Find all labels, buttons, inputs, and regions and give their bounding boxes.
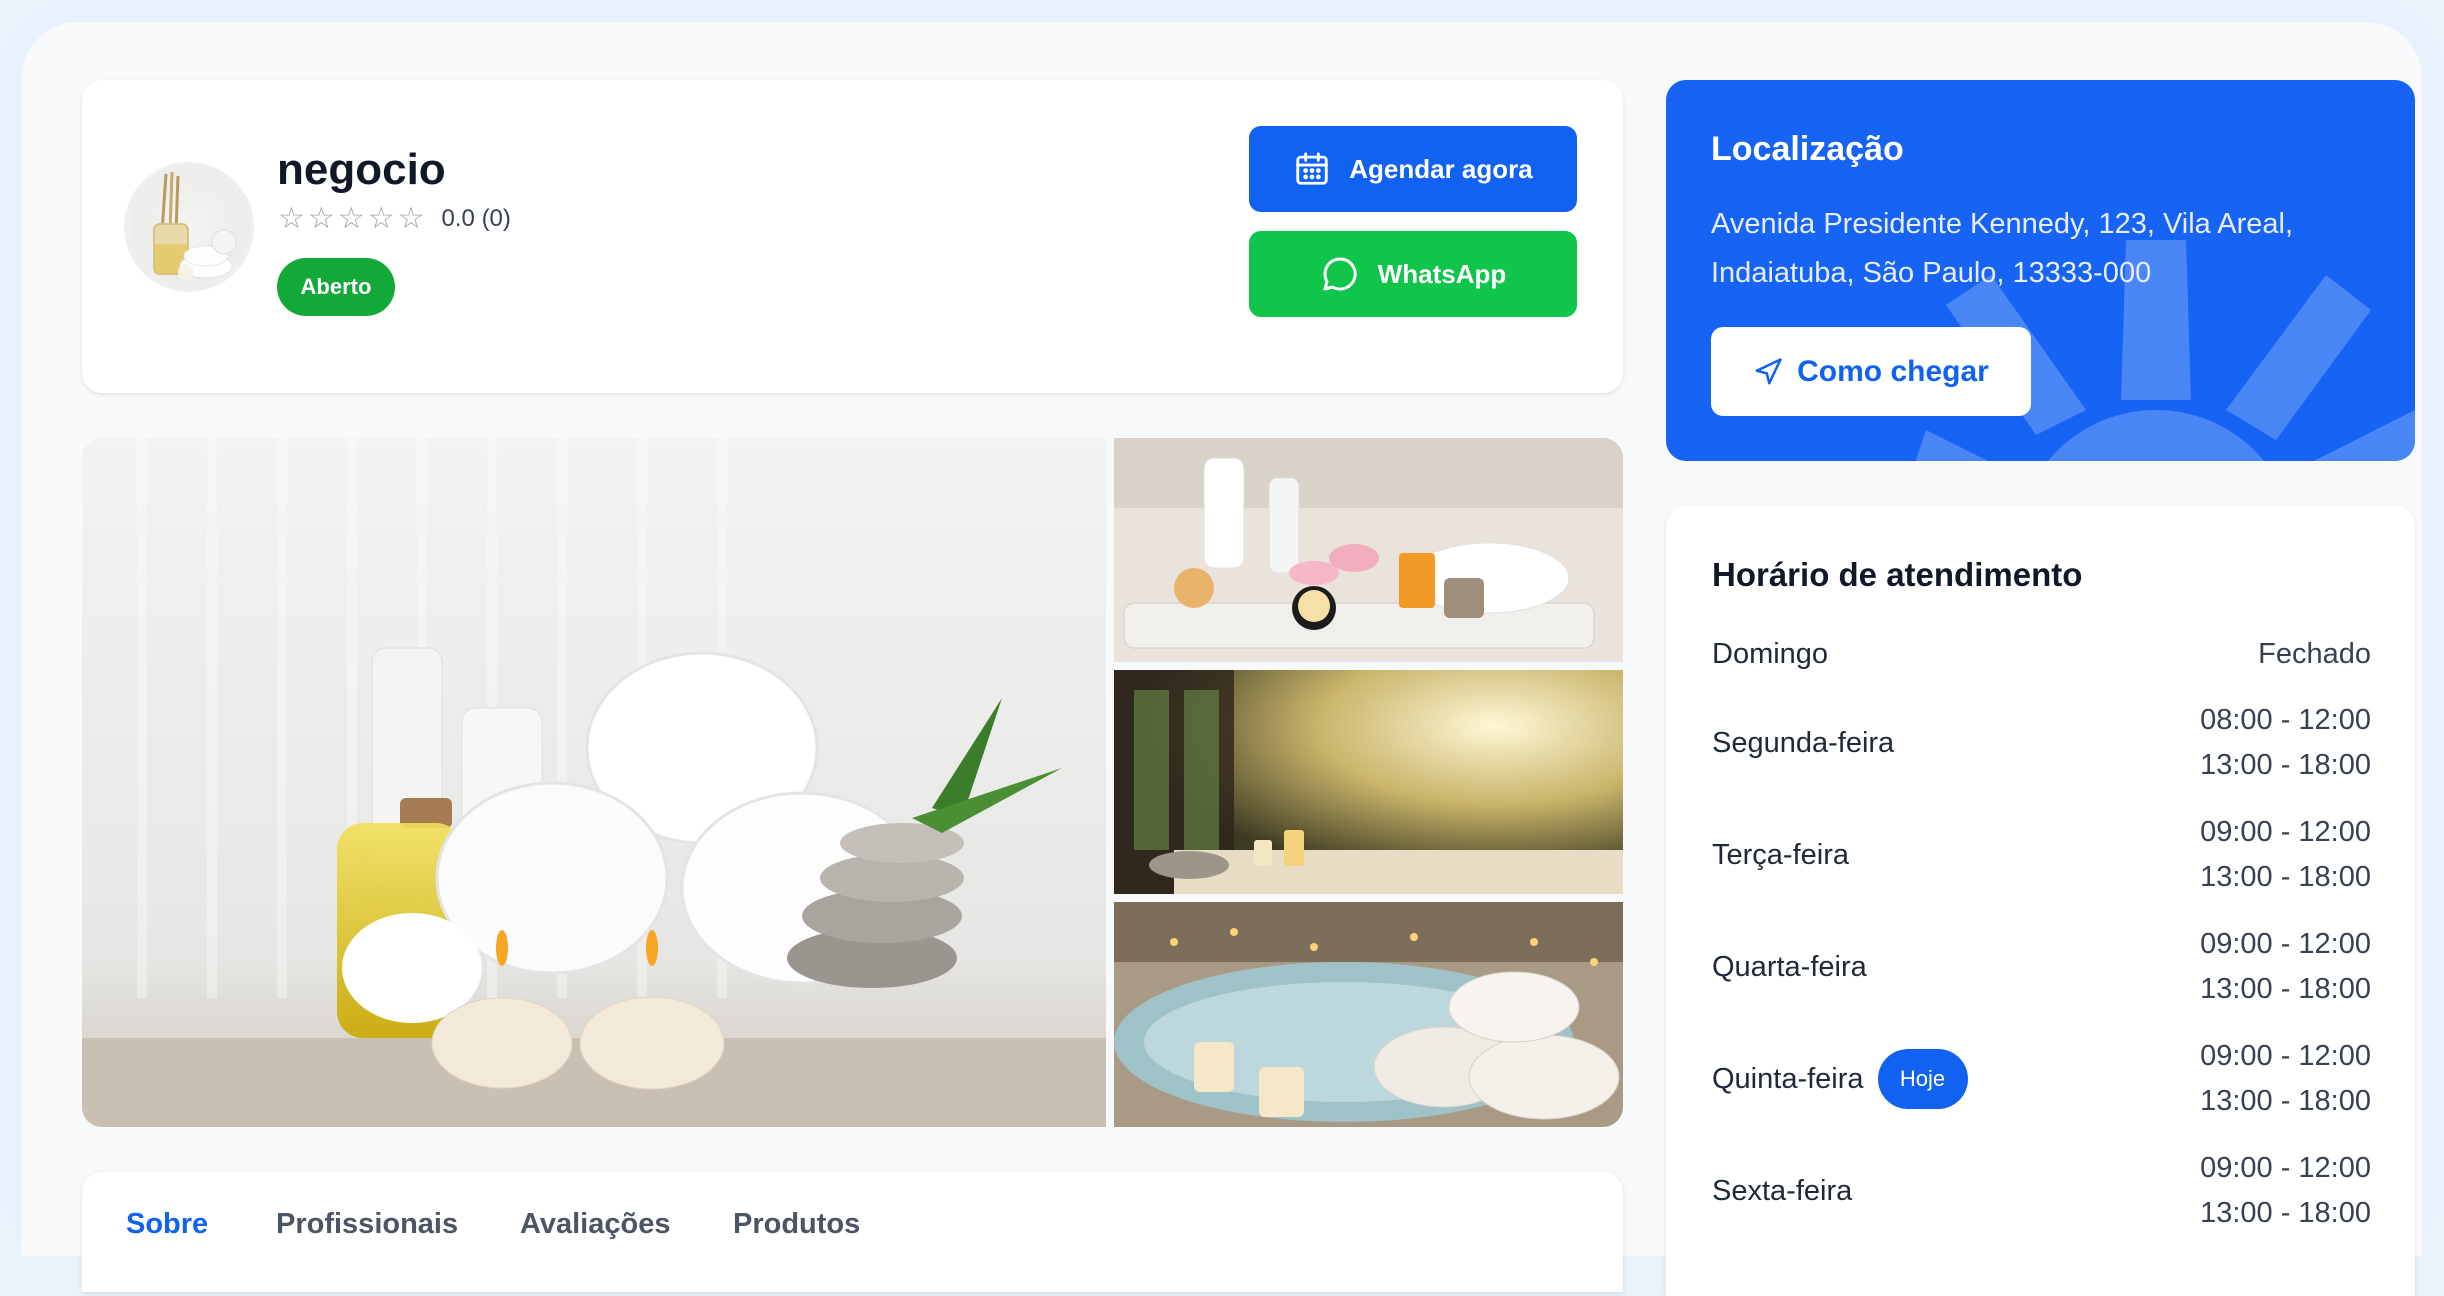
whatsapp-button[interactable]: WhatsApp — [1249, 231, 1577, 317]
hours-row-domingo: Domingo Fechado — [1712, 632, 2371, 676]
opening-hours-card: Horário de atendimento Domingo Fechado S… — [1666, 506, 2415, 1296]
tab-avaliacoes[interactable]: Avaliações — [520, 1208, 670, 1241]
business-header-card: negocio ☆ ☆ ☆ ☆ ☆ 0.0 (0) Aberto Agendar… — [82, 80, 1623, 393]
hours-slot: 13:00 - 18:00 — [2200, 861, 2371, 893]
gallery-photo[interactable] — [1114, 902, 1623, 1127]
hours-value: 09:00 - 12:00 13:00 - 18:00 — [2200, 810, 2371, 900]
hours-slot: 09:00 - 12:00 — [2200, 928, 2371, 960]
hours-slot: 08:00 - 12:00 — [2200, 704, 2371, 736]
star-icon: ☆ — [397, 202, 425, 235]
navigation-arrow-icon — [1755, 357, 1782, 384]
today-badge: Hoje — [1877, 1049, 1968, 1109]
gallery-photo[interactable] — [1114, 670, 1623, 894]
day-label: Domingo — [1712, 637, 1829, 670]
star-icon: ☆ — [337, 202, 365, 235]
hours-row-terca: Terça-feira 09:00 - 12:00 13:00 - 18:00 — [1712, 810, 2371, 900]
day-label-with-badge: Quinta-feira Hoje — [1712, 1049, 1968, 1109]
photo-gallery — [82, 438, 1623, 1127]
day-label: Segunda-feira — [1712, 726, 1895, 759]
rating-text: 0.0 (0) — [441, 205, 511, 232]
day-label: Quinta-feira — [1712, 1062, 1864, 1095]
star-icon: ☆ — [307, 202, 335, 235]
hours-value: 09:00 - 12:00 13:00 - 18:00 — [2200, 1146, 2371, 1236]
book-now-button[interactable]: Agendar agora — [1249, 126, 1577, 212]
gallery-main-photo[interactable] — [82, 438, 1106, 1127]
tab-profissionais[interactable]: Profissionais — [276, 1208, 458, 1241]
rating: ☆ ☆ ☆ ☆ ☆ 0.0 (0) — [278, 204, 511, 234]
hours-slot: 13:00 - 18:00 — [2200, 749, 2371, 781]
get-directions-label: Como chegar — [1797, 354, 1989, 388]
business-name: negocio — [277, 145, 446, 194]
book-now-label: Agendar agora — [1349, 153, 1533, 184]
hours-value: 09:00 - 12:00 13:00 - 18:00 — [2200, 1034, 2371, 1124]
whatsapp-icon — [1323, 257, 1357, 291]
hours-row-segunda: Segunda-feira 08:00 - 12:00 13:00 - 18:0… — [1712, 698, 2371, 788]
hours-value: 09:00 - 12:00 13:00 - 18:00 — [2200, 922, 2371, 1012]
star-icon: ☆ — [278, 202, 305, 235]
hours-slot: 13:00 - 18:00 — [2200, 1197, 2371, 1229]
hours-slot: 13:00 - 18:00 — [2200, 973, 2371, 1005]
hours-row-sexta: Sexta-feira 09:00 - 12:00 13:00 - 18:00 — [1712, 1146, 2371, 1236]
tabs-card: Sobre Profissionais Avaliações Produtos — [82, 1172, 1623, 1292]
page-background: negocio ☆ ☆ ☆ ☆ ☆ 0.0 (0) Aberto Agendar… — [22, 22, 2422, 1296]
location-title: Localização — [1711, 130, 1904, 168]
day-label: Sexta-feira — [1712, 1174, 1853, 1207]
tab-produtos[interactable]: Produtos — [733, 1208, 860, 1241]
star-icon: ☆ — [367, 202, 395, 235]
calendar-icon — [1296, 152, 1328, 185]
gallery-photo[interactable] — [1114, 438, 1623, 662]
hours-row-quinta: Quinta-feira Hoje 09:00 - 12:00 13:00 - … — [1712, 1034, 2371, 1124]
hours-slot: 09:00 - 12:00 — [2200, 816, 2371, 848]
get-directions-button[interactable]: Como chegar — [1711, 327, 2031, 416]
status-badge: Aberto — [277, 258, 395, 316]
opening-hours-title: Horário de atendimento — [1712, 556, 2083, 593]
location-address: Avenida Presidente Kennedy, 123, Vila Ar… — [1711, 208, 2294, 289]
hours-row-quarta: Quarta-feira 09:00 - 12:00 13:00 - 18:00 — [1712, 922, 2371, 1012]
location-card: Localização Avenida Presidente Kennedy, … — [1666, 80, 2415, 461]
hours-value: Fechado — [2258, 637, 2371, 670]
business-logo — [124, 162, 254, 292]
hours-value: 08:00 - 12:00 13:00 - 18:00 — [2200, 698, 2371, 788]
hours-slot: 09:00 - 12:00 — [2200, 1152, 2371, 1184]
hours-slot: 09:00 - 12:00 — [2200, 1040, 2371, 1072]
hours-slot: 13:00 - 18:00 — [2200, 1085, 2371, 1117]
tab-sobre[interactable]: Sobre — [126, 1208, 208, 1241]
whatsapp-label: WhatsApp — [1377, 258, 1507, 289]
opening-hours-list: Domingo Fechado Segunda-feira 08:00 - 12… — [1712, 632, 2371, 1236]
day-label: Quarta-feira — [1712, 950, 1867, 983]
day-label: Terça-feira — [1712, 838, 1849, 871]
